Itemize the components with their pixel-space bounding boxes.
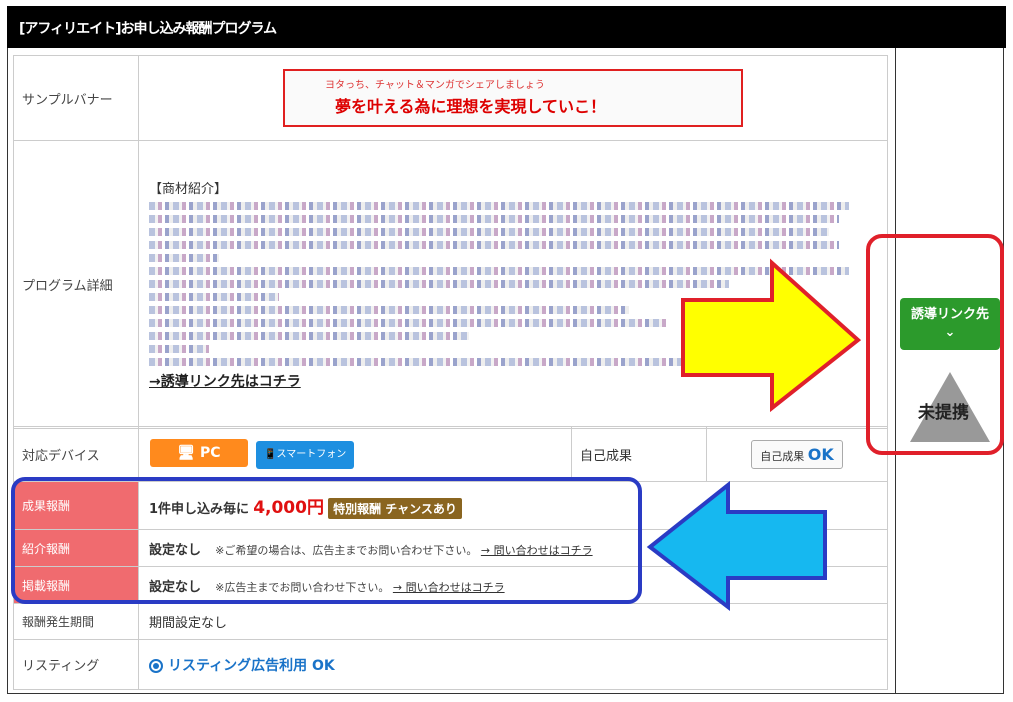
yellow-arrow-right [681,258,862,413]
annotation-arrows [646,258,862,612]
blue-arrow-left [646,480,827,612]
